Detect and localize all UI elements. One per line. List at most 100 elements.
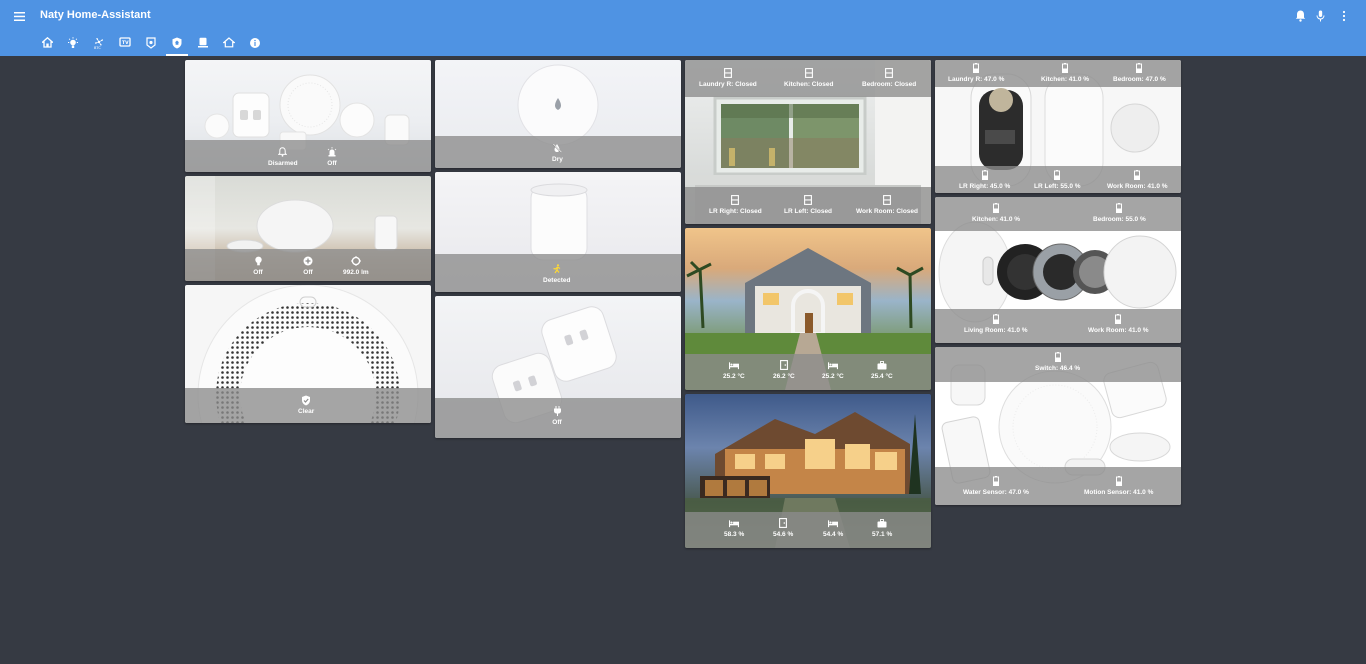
- tab-media[interactable]: TV: [112, 33, 138, 56]
- battery-kitchen-state[interactable]: Kitchen: 41.0 %: [1041, 63, 1089, 84]
- tab-house[interactable]: [216, 33, 242, 56]
- motion-state[interactable]: Detected: [543, 264, 570, 285]
- temp-door-value: 26.2 °C: [773, 373, 795, 380]
- windows-card[interactable]: Laundry R: Closed Kitchen: Closed Bedroo…: [685, 60, 931, 224]
- run-icon: [552, 264, 562, 274]
- temp-bedroom-2-state[interactable]: 25.2 °C: [822, 360, 844, 381]
- battery-icon: [991, 314, 1001, 324]
- window-work-room-state[interactable]: Work Room: Closed: [856, 195, 918, 216]
- battery-lr-right-value: LR Right: 45.0 %: [959, 183, 1011, 190]
- devices-battery-bottom-bar: Water Sensor: 47.0 % Motion Sensor: 41.0…: [935, 467, 1181, 505]
- humidity-door-state[interactable]: 54.6 %: [773, 518, 793, 539]
- gateway-light-state[interactable]: Off: [253, 256, 263, 277]
- tab-home[interactable]: [34, 33, 60, 56]
- alarm-state[interactable]: Disarmed: [268, 147, 298, 168]
- house-roof-icon: [223, 37, 235, 48]
- battery-water-sensor-value: Water Sensor: 47.0 %: [963, 489, 1029, 496]
- briefcase-icon: [877, 360, 887, 370]
- alarm-panel-icon: [145, 37, 157, 49]
- battery-icon: [971, 63, 981, 73]
- humidity-work-room-state[interactable]: 57.1 %: [872, 518, 892, 539]
- bell-icon[interactable]: [1292, 8, 1308, 24]
- app-title: Naty Home-Assistant: [40, 9, 151, 21]
- power-plug-icon: [552, 406, 562, 416]
- battery-icon: [1052, 170, 1062, 180]
- temp-work-room-value: 25.4 °C: [871, 373, 893, 380]
- battery-icon: [991, 203, 1001, 213]
- motion-state-bar: Detected: [435, 254, 681, 292]
- water-leak-card[interactable]: Dry: [435, 60, 681, 168]
- humidity-bedroom-2-state[interactable]: 54.4 %: [823, 518, 843, 539]
- information-icon: [249, 37, 261, 49]
- humidity-bar: 58.3 % 54.6 % 54.4 % 57.1 %: [685, 512, 931, 548]
- devices-battery-card[interactable]: Switch: 46.4 % Water Sensor: 47.0 % Moti…: [935, 347, 1181, 505]
- battery-temp-bedroom-state[interactable]: Bedroom: 55.0 %: [1093, 203, 1146, 224]
- shield-home-icon: [171, 37, 183, 49]
- smoke-state[interactable]: Clear: [298, 395, 314, 416]
- gateway-state-bar: Disarmed Off: [185, 140, 431, 172]
- thermostat-icon: [197, 37, 209, 49]
- battery-lr-left-state[interactable]: LR Left: 55.0 %: [1034, 170, 1081, 191]
- gateway-switch-state[interactable]: Off: [303, 256, 313, 277]
- window-lr-left-state[interactable]: LR Left: Closed: [784, 195, 832, 216]
- window-lr-right-state[interactable]: LR Right: Closed: [709, 195, 762, 216]
- tab-thermostat[interactable]: [190, 33, 216, 56]
- battery-temp-living-state[interactable]: Living Room: 41.0 %: [964, 314, 1028, 335]
- gateway-light-state-bar: Off Off 992.0 lm: [185, 249, 431, 281]
- siren-state[interactable]: Off: [327, 147, 337, 168]
- illuminance-state[interactable]: 992.0 lm: [343, 256, 369, 277]
- window-lr-left-value: LR Left: Closed: [784, 208, 833, 215]
- tab-alarm[interactable]: [138, 33, 164, 56]
- tab-security[interactable]: [164, 33, 190, 56]
- window-kitchen-state[interactable]: Kitchen: Closed: [784, 68, 833, 89]
- temp-door-state[interactable]: 26.2 °C: [773, 360, 795, 381]
- gateway-card[interactable]: Disarmed Off: [185, 60, 431, 172]
- motion-card[interactable]: Detected: [435, 172, 681, 292]
- battery-work-room-state[interactable]: Work Room: 41.0 %: [1107, 170, 1168, 191]
- temp-bedroom-state[interactable]: 25.2 °C: [723, 360, 745, 381]
- siren-state-value: Off: [327, 160, 337, 167]
- humidity-card[interactable]: 58.3 % 54.6 % 54.4 % 57.1 %: [685, 394, 931, 548]
- window-battery-top-bar: Laundry R: 47.0 % Kitchen: 41.0 % Bedroo…: [935, 60, 1181, 87]
- battery-temp-kitchen-state[interactable]: Kitchen: 41.0 %: [972, 203, 1020, 224]
- bed-icon: [828, 518, 839, 528]
- battery-switch-state[interactable]: Switch: 46.4 %: [1035, 352, 1080, 373]
- window-bedroom-value: Bedroom: Closed: [862, 81, 917, 88]
- battery-lr-right-state[interactable]: LR Right: 45.0 %: [959, 170, 1010, 191]
- gateway-light-card[interactable]: Off Off 992.0 lm: [185, 176, 431, 281]
- battery-water-sensor-state[interactable]: Water Sensor: 47.0 %: [963, 476, 1029, 497]
- door-icon: [779, 360, 789, 370]
- humidity-bedroom-2-value: 54.4 %: [823, 531, 844, 538]
- battery-temp-kitchen-value: Kitchen: 41.0 %: [972, 216, 1021, 223]
- battery-laundry-state[interactable]: Laundry R: 47.0 %: [948, 63, 1004, 84]
- battery-temp-living-value: Living Room: 41.0 %: [964, 327, 1028, 334]
- menu-icon[interactable]: [10, 8, 28, 24]
- humidity-bedroom-state[interactable]: 58.3 %: [724, 518, 744, 539]
- smoke-state-bar: Clear: [185, 388, 431, 423]
- microphone-icon[interactable]: [1312, 8, 1328, 24]
- tab-lights[interactable]: [60, 33, 86, 56]
- home-icon: [41, 37, 53, 48]
- battery-temp-work-state[interactable]: Work Room: 41.0 %: [1088, 314, 1149, 335]
- window-bedroom-state[interactable]: Bedroom: Closed: [862, 68, 916, 89]
- plug-state[interactable]: Off: [552, 406, 562, 427]
- more-vert-icon[interactable]: [1336, 8, 1352, 24]
- gateway-switch-value: Off: [303, 269, 313, 276]
- television-icon: TV: [119, 37, 131, 48]
- tab-climate[interactable]: BTC: [86, 33, 112, 56]
- battery-bedroom-state[interactable]: Bedroom: 47.0 %: [1113, 63, 1166, 84]
- battery-switch-value: Switch: 46.4 %: [1035, 365, 1081, 372]
- window-battery-card[interactable]: Laundry R: 47.0 % Kitchen: 41.0 % Bedroo…: [935, 60, 1181, 193]
- smoke-card[interactable]: Clear: [185, 285, 431, 423]
- temp-sensor-battery-card[interactable]: Kitchen: 41.0 % Bedroom: 55.0 % Living R…: [935, 197, 1181, 343]
- temperature-card[interactable]: 25.2 °C 26.2 °C 25.2 °C 25.4 °C: [685, 228, 931, 390]
- window-laundry-state[interactable]: Laundry R: Closed: [699, 68, 757, 89]
- humidity-door-value: 54.6 %: [773, 531, 794, 538]
- water-state[interactable]: Dry: [552, 143, 563, 164]
- tab-info[interactable]: [242, 33, 268, 56]
- temp-work-room-state[interactable]: 25.4 °C: [871, 360, 893, 381]
- bed-icon: [728, 360, 739, 370]
- battery-motion-sensor-state[interactable]: Motion Sensor: 41.0 %: [1084, 476, 1153, 497]
- plug-card[interactable]: Off: [435, 296, 681, 438]
- battery-icon: [1060, 63, 1070, 73]
